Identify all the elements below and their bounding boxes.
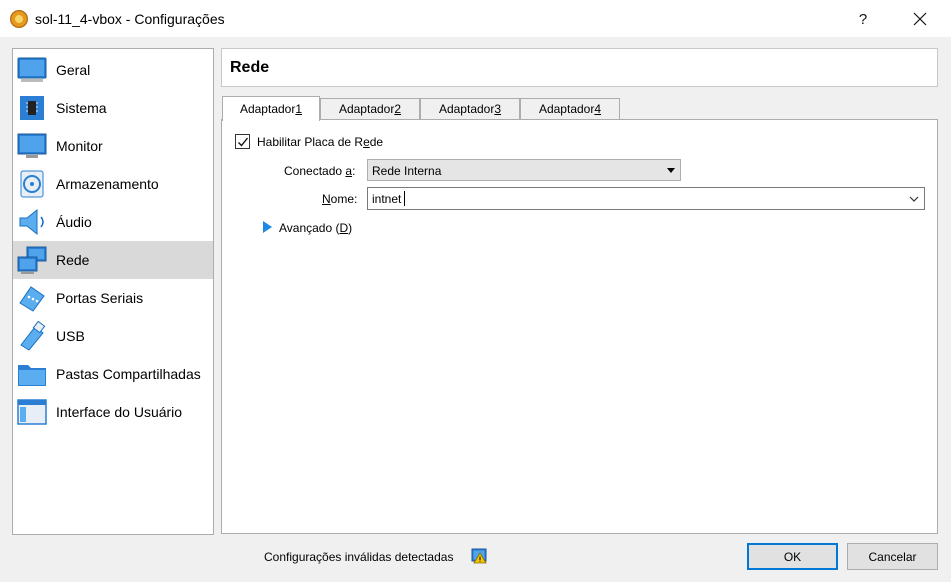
sidebar-item-geral[interactable]: Geral: [13, 51, 213, 89]
title-bar: sol-11_4-vbox - Configurações ?: [0, 0, 951, 38]
help-button[interactable]: ?: [840, 0, 886, 38]
section-title: Rede: [230, 59, 270, 76]
sidebar-item-rede[interactable]: Rede: [13, 241, 213, 279]
attached-to-value: Rede Interna: [372, 164, 442, 178]
chevron-down-icon[interactable]: [908, 193, 920, 205]
warning-icon[interactable]: [471, 548, 487, 564]
tab-adaptador-4[interactable]: Adaptador 4: [520, 98, 620, 120]
sidebar-item-label: Rede: [56, 252, 90, 268]
network-name-value: intnet: [372, 192, 402, 206]
advanced-toggle[interactable]: Avançado (D): [279, 221, 352, 235]
audio-icon: [19, 208, 44, 236]
section-header: Rede: [221, 48, 938, 87]
invalid-settings-status: Configurações inválidas detectadas: [264, 550, 454, 564]
close-icon: [913, 12, 927, 26]
system-icon: [20, 96, 44, 120]
sidebar-item-label: Geral: [56, 62, 91, 78]
settings-sidebar: Geral Sistema Monitor Armazenamento Áudi…: [12, 48, 214, 535]
attached-to-select[interactable]: Rede Interna: [367, 159, 681, 181]
virtualbox-app-icon: [10, 10, 28, 28]
text-cursor: [404, 191, 405, 206]
shared-folder-icon: [18, 365, 46, 386]
tab-adaptador-3[interactable]: Adaptador 3: [420, 98, 520, 120]
name-label: Nome:: [322, 192, 358, 206]
user-interface-icon: [17, 399, 47, 425]
sidebar-item-audio[interactable]: Áudio: [13, 203, 213, 241]
display-icon: [17, 133, 47, 158]
sidebar-item-label: Portas Seriais: [56, 290, 144, 306]
attached-to-label: Conectado a:: [284, 164, 356, 178]
cancel-button[interactable]: Cancelar: [847, 543, 938, 570]
sidebar-item-label: USB: [56, 328, 85, 344]
sidebar-item-portas-seriais[interactable]: Portas Seriais: [13, 279, 213, 317]
tab-adaptador-2[interactable]: Adaptador 2: [320, 98, 420, 120]
serial-port-icon: [19, 286, 45, 312]
sidebar-item-label: Pastas Compartilhadas: [56, 366, 201, 382]
sidebar-item-label: Monitor: [56, 138, 103, 154]
adapter-panel: Habilitar Placa de Rede Conectado a: Red…: [221, 119, 938, 534]
network-name-combobox[interactable]: intnet: [367, 187, 925, 210]
sidebar-item-armazenamento[interactable]: Armazenamento: [13, 165, 213, 203]
sidebar-item-label: Armazenamento: [56, 176, 159, 192]
expand-triangle-icon[interactable]: [263, 221, 272, 233]
enable-adapter-label: Habilitar Placa de Rede: [257, 135, 384, 149]
usb-icon: [20, 321, 46, 351]
dropdown-arrow-icon: [667, 168, 675, 173]
sidebar-item-label: Sistema: [56, 100, 107, 116]
general-icon: [17, 57, 47, 82]
sidebar-item-label: Áudio: [56, 214, 92, 230]
sidebar-item-interface-usuario[interactable]: Interface do Usuário: [13, 393, 213, 431]
sidebar-item-label: Interface do Usuário: [56, 404, 183, 420]
tab-adaptador-1[interactable]: Adaptador 1: [222, 96, 320, 121]
sidebar-item-sistema[interactable]: Sistema: [13, 89, 213, 127]
sidebar-item-pastas-compartilhadas[interactable]: Pastas Compartilhadas: [13, 355, 213, 393]
sidebar-item-usb[interactable]: USB: [13, 317, 213, 355]
close-button[interactable]: [897, 0, 943, 38]
enable-adapter-checkbox[interactable]: [235, 134, 250, 149]
checkmark-icon: [238, 137, 249, 147]
network-icon: [17, 246, 47, 274]
storage-icon: [20, 170, 44, 198]
sidebar-item-monitor[interactable]: Monitor: [13, 127, 213, 165]
ok-button[interactable]: OK: [747, 543, 838, 570]
window-title: sol-11_4-vbox - Configurações: [35, 11, 225, 27]
